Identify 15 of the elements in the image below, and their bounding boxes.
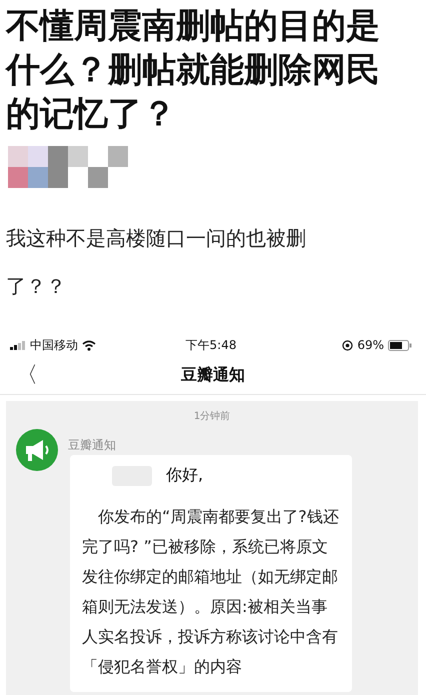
greeting-text: 你好, xyxy=(166,465,204,486)
battery-percent: 69% xyxy=(357,338,384,352)
post-text: 我这种不是高楼随口一问的也被删了？？ xyxy=(6,225,307,300)
sender-name: 豆瓣通知 xyxy=(68,437,116,454)
megaphone-avatar-icon xyxy=(16,429,58,471)
wifi-icon xyxy=(82,340,96,350)
signal-icon xyxy=(10,340,26,350)
screen-title: 豆瓣通知 xyxy=(181,364,245,386)
message-time: 1分钟前 xyxy=(192,410,232,423)
back-button[interactable]: 〈 xyxy=(12,360,42,390)
battery-icon xyxy=(388,340,412,350)
status-time: 下午5:48 xyxy=(186,336,236,354)
post-title: 不懂周震南删帖的目的是什么？删帖就能删除网民的记忆了？ xyxy=(4,5,381,136)
message-text: 你发布的“周震南都要复出了?钱还完了吗? ”已被移除，系统已将原文发往你绑定的邮箱地址（如无绑定邮箱则无法发送）。原因:被相关当事人实名投诉，投诉方称该讨论中含有「侵犯名誉权」的内容 xyxy=(82,506,340,678)
carrier-name: 中国移动 xyxy=(30,336,78,354)
